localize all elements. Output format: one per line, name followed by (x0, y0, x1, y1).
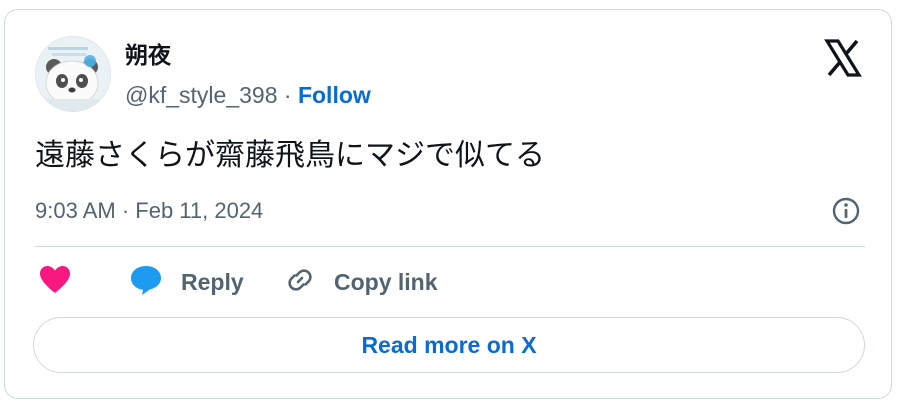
info-icon[interactable] (831, 196, 861, 226)
copy-link-button[interactable]: Copy link (284, 262, 438, 302)
follow-button[interactable]: Follow (298, 82, 371, 108)
reply-label: Reply (181, 268, 244, 295)
x-logo-icon[interactable] (823, 38, 863, 78)
author-display-name[interactable]: 朔夜 (125, 40, 171, 70)
read-more-label: Read more on X (361, 331, 537, 358)
embedded-tweet-card: 朔夜 @kf_style_398 · Follow 遠藤さくらが齋藤飛鳥にマジで… (4, 9, 892, 399)
separator-dot: · (283, 82, 292, 108)
read-more-button[interactable]: Read more on X (33, 317, 865, 373)
panda-avatar-image (36, 37, 110, 111)
reply-bubble-icon (129, 264, 163, 301)
heart-icon (39, 265, 71, 300)
copy-link-label: Copy link (334, 268, 438, 295)
handle-separator: · (284, 82, 298, 108)
reply-button[interactable]: Reply (129, 262, 244, 302)
author-handle-row: @kf_style_398 · Follow (125, 80, 371, 110)
author-handle[interactable]: @kf_style_398 (125, 82, 278, 108)
tweet-text: 遠藤さくらが齋藤飛鳥にマジで似てる (35, 138, 545, 173)
like-button[interactable] (39, 262, 71, 302)
tweet-timestamp[interactable]: 9:03 AM · Feb 11, 2024 (35, 196, 263, 226)
link-icon (284, 264, 316, 301)
avatar[interactable] (35, 36, 111, 112)
divider (35, 246, 865, 247)
